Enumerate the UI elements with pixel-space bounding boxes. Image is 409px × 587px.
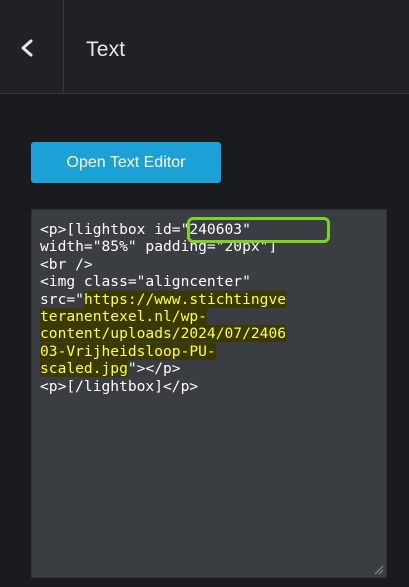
code-line: <p>[/lightbox]</p>	[40, 377, 199, 395]
url-highlight: scaled.jpg	[40, 360, 128, 378]
code-line: <img class="aligncenter"	[40, 273, 251, 291]
back-button[interactable]	[0, 0, 64, 94]
url-highlight: teranentexel.nl/wp-	[40, 308, 207, 326]
url-highlight: 03-Vrijheidsloop-PU-	[40, 342, 216, 360]
panel-header: Text	[0, 0, 409, 94]
code-line: "></p>	[127, 360, 181, 378]
code-line: src="	[40, 290, 84, 308]
chevron-left-icon	[21, 39, 33, 57]
open-text-editor-button[interactable]: Open Text Editor	[31, 142, 221, 183]
code-textarea[interactable]: <p>[lightbox id="240603" width="85%" pad…	[31, 209, 387, 578]
code-content: <p>[lightbox id="240603" width="85%" pad…	[40, 221, 380, 395]
code-line: <br />	[40, 255, 93, 273]
panel-title: Text	[86, 38, 126, 61]
url-highlight: https://www.stichtingve	[83, 290, 287, 308]
code-line: width="85%" padding="20px"]	[40, 238, 278, 256]
url-highlight: content/uploads/2024/07/2406	[40, 325, 287, 343]
code-line: <p>[lightbox id="240603"	[40, 221, 251, 238]
resize-grip-icon[interactable]	[372, 563, 384, 575]
text-settings-panel: Open Text Editor <p>[lightbox id="240603…	[0, 94, 409, 587]
